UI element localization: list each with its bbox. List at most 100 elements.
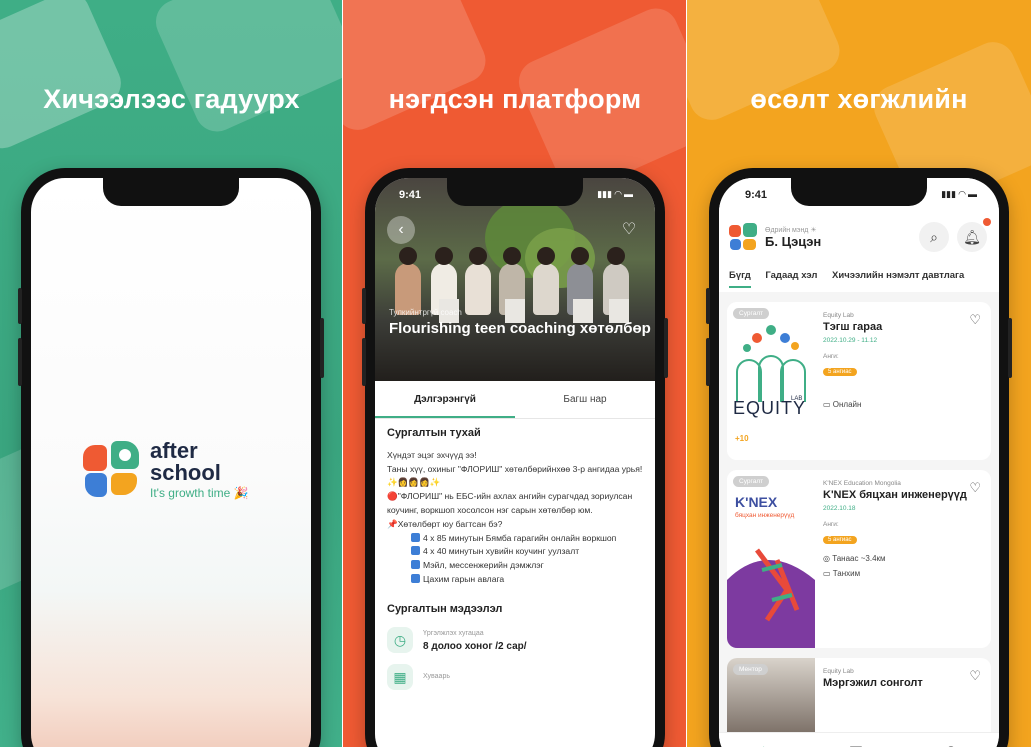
section-about-title: Сургалтын тухай [387, 427, 481, 439]
category-all[interactable]: Бүгд [729, 270, 751, 288]
heart-icon[interactable]: ♡ [969, 480, 981, 496]
logo-tagline: It's growth time [150, 486, 231, 500]
promo-panel-3: өсөлт хөгжлийн 9:41 ▮▮▮ ◠ ▬ Өдрийн мэнд … [687, 0, 1031, 747]
duration-row: ◷ Үргэлжлэх хугацаа 8 долоо хоног /2 сар… [387, 627, 645, 655]
bullet-icon [411, 546, 420, 556]
logo-word-school: school [150, 460, 221, 485]
card-age-pill: 5 ангиас [823, 368, 857, 377]
course-title: Flourishing teen coaching хөтөлбөр [389, 320, 651, 337]
user-name: Б. Цэцэн [765, 233, 822, 249]
category-tabs: Бүгд Гадаад хэл Хичээлийн нэмэлт давтлаг… [729, 270, 976, 288]
card-org: K'NEX Education Mongolia [823, 480, 901, 487]
bottom-nav: ⌂ ▥ ☺ [719, 732, 999, 747]
card-title: K'NEX бяцхан инженерүүд [823, 489, 967, 501]
card-age-pill: 5 ангиас [823, 536, 857, 545]
card-org: Equity Lab [823, 312, 854, 319]
schedule-label: Хуваарь [423, 673, 450, 681]
bullet-icon [411, 560, 420, 570]
panel-headline: нэгдсэн платформ [388, 84, 642, 114]
greeting: Өдрийн мэнд ☀ [765, 226, 817, 234]
card-dates: 2022.10.18 [823, 505, 856, 513]
phone-notch [447, 178, 583, 206]
logo-mark-icon [83, 440, 141, 499]
monitor-icon: ▭ [823, 569, 833, 579]
card-format: Танхим [832, 569, 861, 579]
card-thumbnail: K'NEX бяцхан инженерүүд Сургалт [727, 470, 815, 648]
user-icon[interactable]: ☺ [943, 742, 958, 747]
bullet-icon [411, 532, 420, 542]
phone-button [706, 288, 710, 324]
calendar-icon: ▦ [387, 664, 413, 691]
home-screen: 9:41 ▮▮▮ ◠ ▬ Өдрийн мэнд ☀ Б. Цэцэн ⌕ 🔔︎… [719, 178, 999, 747]
phone-frame: after school It's growth time 🎉 [18, 168, 324, 747]
phone-button [18, 338, 22, 386]
back-icon[interactable]: ‹ [387, 216, 415, 244]
logo-word-after: after [150, 438, 198, 463]
decor-shape [0, 0, 128, 156]
tab-teachers[interactable]: Багш нар [515, 381, 655, 418]
heart-icon[interactable]: ♡ [615, 216, 643, 244]
detail-tabs: Дэлгэрэнгүй Багш нар [375, 381, 655, 419]
category-languages[interactable]: Гадаад хэл [765, 270, 817, 286]
card-tag: Ментор [733, 664, 768, 675]
party-icon: 🎉 [233, 486, 249, 500]
card-format: Онлайн [832, 400, 862, 410]
phone-notch [791, 178, 927, 206]
course-hero-photo: Тулкийнтргүй coach Flourishing teen coac… [375, 178, 655, 381]
duration-value: 8 долоо хоног /2 сар/ [423, 641, 527, 653]
course-category: Тулкийнтргүй coach [389, 308, 462, 317]
search-icon[interactable]: ⌕ [919, 222, 949, 252]
card-distance: Танаас ~3.4км [832, 554, 886, 564]
splash-screen: after school It's growth time 🎉 [31, 178, 311, 747]
chart-icon[interactable]: ▥ [849, 742, 863, 747]
promo-panel-2: нэгдсэн платформ Тулкийнтргүй coach Flou… [343, 0, 687, 747]
promo-panel-1: Хичээлээс гадуурх after school It's grow… [0, 0, 343, 747]
phone-button [706, 338, 710, 386]
panel-headline: Хичээлээс гадуурх [43, 84, 300, 114]
duration-label: Үргэлжлэх хугацаа [423, 629, 484, 637]
section-info-title: Сургалтын мэдээлэл [387, 602, 503, 615]
card-age-label: Анги: [823, 521, 839, 529]
monitor-icon: ▭ [823, 400, 833, 410]
phone-frame: Тулкийнтргүй coach Flourishing teen coac… [362, 168, 668, 747]
phone-button [664, 318, 668, 378]
notification-dot [983, 218, 991, 226]
card-org: Equity Lab [823, 668, 854, 675]
afterschool-logo: after school It's growth time 🎉 [83, 440, 249, 499]
course-card[interactable]: EQUITY LAB +10 Сургалт Equity Lab Тэгш г… [727, 302, 991, 460]
about-line: Хүндэт эцэг эхчүүд ээ! [387, 449, 477, 460]
list-item: 4 х 85 минутын Бямба гарагийн онлайн вор… [387, 532, 645, 546]
tab-details[interactable]: Дэлгэрэнгүй [375, 381, 515, 418]
status-time: 9:41 [745, 189, 768, 201]
category-tutoring[interactable]: Хичээлийн нэмэлт давтлага [832, 270, 964, 286]
phone-notch [103, 178, 239, 206]
phone-button [362, 338, 366, 386]
about-line: 🔴"ФЛОРИШ" нь ЕБС-ийн ахлах ангийн сурагч… [387, 491, 633, 515]
card-title: Мэргэжил сонголт [823, 677, 923, 689]
card-dates: 2022.10.29 - 11.12 [823, 337, 878, 345]
list-item: Мэйл, мессенжерийн дэмжлэг [387, 559, 645, 573]
card-age-label: Анги: [823, 353, 839, 361]
decor-shape [343, 0, 493, 137]
list-item: 4 х 40 минутын хувийн коучинг уулзалт [387, 545, 645, 559]
points-badge: +10 [735, 434, 749, 443]
status-icons: ▮▮▮ ◠ ▬ [597, 189, 633, 199]
phone-button [320, 318, 324, 378]
bell-icon[interactable]: 🔔︎ [957, 218, 991, 252]
course-card[interactable]: K'NEX бяцхан инженерүүд Сургалт K'NEX Ed… [727, 470, 991, 648]
schedule-row: ▦ Хуваарь [387, 664, 645, 691]
about-line: Таны хүү, охиныг "ФЛОРИШ" хөтөлбөрийнхөө… [387, 463, 643, 488]
user-row: Өдрийн мэнд ☀ Б. Цэцэн ⌕ 🔔︎ [729, 218, 991, 252]
location-icon: ◎ [823, 554, 833, 564]
status-time: 9:41 [399, 189, 422, 201]
course-detail-screen: Тулкийнтргүй coach Flourishing teen coac… [375, 178, 655, 747]
card-tag: Сургалт [733, 308, 770, 319]
home-icon[interactable]: ⌂ [759, 742, 768, 747]
list-item: Цахим гарын авлага [387, 573, 645, 587]
heart-icon[interactable]: ♡ [969, 312, 981, 328]
thumb-sub: LAB [791, 396, 803, 402]
heart-icon[interactable]: ♡ [969, 668, 981, 684]
panel-headline: өсөлт хөгжлийн [750, 84, 968, 114]
clock-icon: ◷ [387, 627, 413, 654]
card-title: Тэгш гараа [823, 321, 883, 333]
